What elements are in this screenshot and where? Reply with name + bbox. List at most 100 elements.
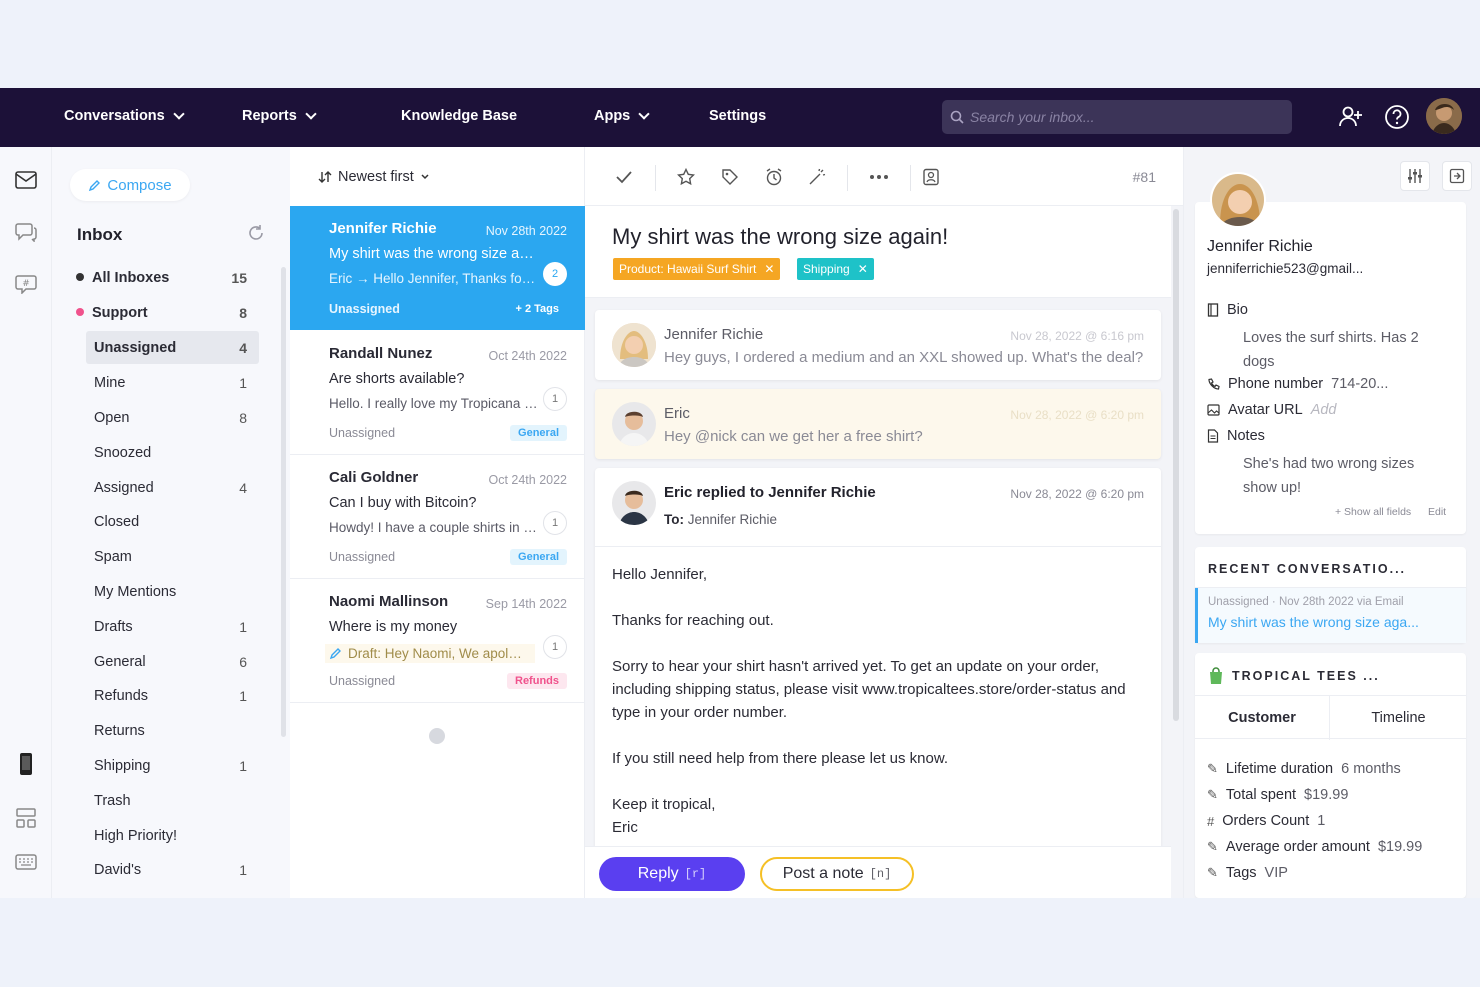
folder-label: High Priority!: [94, 827, 177, 844]
folder-support[interactable]: Support 8: [76, 296, 259, 329]
notes-label: Notes: [1227, 428, 1265, 444]
app-card: TROPICAL TEES ... Customer Timeline ✎ Li…: [1195, 653, 1466, 898]
folder-label: Shipping: [94, 757, 151, 774]
collapse-panel-icon[interactable]: [1442, 161, 1472, 191]
toolbar-divider: [847, 165, 848, 191]
icon-rail: #: [0, 147, 52, 898]
compose-label: Compose: [107, 176, 172, 194]
message-hash-icon[interactable]: #: [13, 271, 39, 297]
folder-shipping[interactable]: Shipping 1: [86, 749, 259, 782]
help-icon[interactable]: [1382, 102, 1412, 132]
close-icon[interactable]: ✕: [764, 262, 774, 276]
pencil-icon: ✎: [1207, 761, 1218, 776]
layout-icon[interactable]: [13, 805, 39, 831]
note-item[interactable]: Eric Nov 28, 2022 @ 6:20 pm Hey @nick ca…: [595, 389, 1161, 459]
folder-open[interactable]: Open 8: [86, 401, 259, 434]
folder-spam[interactable]: Spam: [86, 540, 259, 573]
folder-davids[interactable]: David's 1: [86, 853, 259, 886]
refresh-icon[interactable]: [247, 224, 265, 247]
folder-returns[interactable]: Returns: [86, 714, 259, 747]
check-icon[interactable]: [611, 164, 637, 190]
folder-my-mentions[interactable]: My Mentions: [86, 575, 259, 608]
mobile-icon[interactable]: [13, 751, 39, 777]
magic-wand-icon[interactable]: [804, 164, 830, 190]
folder-drafts[interactable]: Drafts 1: [86, 610, 259, 643]
conversation-draft-preview: Draft: Hey Naomi, We apologize: [325, 644, 535, 663]
sidebar-scrollbar[interactable]: [281, 267, 286, 737]
more-icon[interactable]: [866, 164, 892, 190]
stat-label: Lifetime duration: [1225, 761, 1334, 777]
folder-refunds[interactable]: Refunds 1: [86, 679, 259, 712]
folder-trash[interactable]: Trash: [86, 784, 259, 817]
keyboard-icon[interactable]: [13, 849, 39, 875]
conversation-scrollbar[interactable]: [1173, 209, 1179, 721]
conversation-item[interactable]: Cali Goldner Oct 24th 2022 Can I buy wit…: [290, 455, 585, 579]
folder-high-priority[interactable]: High Priority!: [86, 819, 259, 852]
reply-button[interactable]: Reply [r]: [599, 857, 745, 891]
bio-label: Bio: [1227, 302, 1248, 318]
folder-label: Trash: [94, 792, 131, 809]
folder-snoozed[interactable]: Snoozed: [86, 436, 259, 469]
stat-value: VIP: [1264, 865, 1288, 881]
conversation-tag: General: [510, 549, 567, 565]
alarm-clock-icon[interactable]: [761, 164, 787, 190]
stat-value: $19.99: [1304, 787, 1349, 803]
avatar-url-field: Avatar URL Add: [1207, 402, 1337, 418]
conversation-item[interactable]: Randall Nunez Oct 24th 2022 Are shorts a…: [290, 331, 585, 455]
tag-icon[interactable]: [717, 164, 743, 190]
sliders-icon[interactable]: [1400, 161, 1430, 191]
tab-customer[interactable]: Customer: [1195, 696, 1330, 740]
reply-paragraph: Thanks for reaching out.: [612, 612, 774, 629]
sort-dropdown[interactable]: Newest first: [318, 169, 430, 185]
nav-reports[interactable]: Reports: [242, 107, 317, 124]
notes-value: She's had two wrong sizes show up!: [1243, 456, 1415, 496]
mail-icon[interactable]: [13, 167, 39, 193]
reply-time: Nov 28, 2022 @ 6:20 pm: [1010, 487, 1144, 501]
search-input[interactable]: [970, 109, 1270, 125]
chat-icon[interactable]: [13, 219, 39, 245]
compose-button[interactable]: Compose: [70, 169, 190, 201]
show-all-fields-link[interactable]: + Show all fields: [1335, 506, 1411, 518]
app-title: TROPICAL TEES ...: [1232, 669, 1380, 683]
post-note-button[interactable]: Post a note [n]: [760, 857, 914, 891]
recent-conversation-item[interactable]: Unassigned · Nov 28th 2022 via Email My …: [1195, 588, 1466, 643]
message-item[interactable]: Jennifer Richie Nov 28, 2022 @ 6:16 pm H…: [595, 310, 1161, 380]
folder-general[interactable]: General 6: [86, 645, 259, 678]
folder-unassigned[interactable]: Unassigned 4: [86, 331, 259, 364]
nav-knowledge-base[interactable]: Knowledge Base: [401, 108, 517, 124]
folder-mine[interactable]: Mine 1: [86, 366, 259, 399]
folder-closed[interactable]: Closed: [86, 505, 259, 538]
star-icon[interactable]: [673, 164, 699, 190]
folder-label: Drafts: [94, 618, 133, 635]
support-dot: [76, 308, 84, 316]
close-icon[interactable]: ✕: [858, 262, 868, 276]
reply-body: Hello Jennifer, Thanks for reaching out.…: [612, 563, 1142, 862]
tag-shipping[interactable]: Shipping ✕: [797, 258, 874, 280]
tab-timeline[interactable]: Timeline: [1331, 696, 1466, 740]
user-avatar[interactable]: [1426, 98, 1462, 134]
reply-sender: Eric replied to Jennifer Richie: [664, 484, 876, 501]
edit-link[interactable]: Edit: [1428, 506, 1446, 518]
nav-settings[interactable]: Settings: [709, 108, 766, 124]
folder-count: 1: [239, 687, 247, 704]
tag-product[interactable]: Product: Hawaii Surf Shirt ✕: [613, 258, 781, 280]
conversation-preview: Hello. I really love my Tropicana shirt: [329, 396, 539, 411]
add-user-icon[interactable]: [1336, 102, 1366, 132]
nav-apps[interactable]: Apps: [594, 107, 650, 124]
phone-value: 714-20...: [1331, 376, 1389, 392]
search-box[interactable]: [942, 100, 1292, 134]
conversation-tag: General: [510, 425, 567, 441]
assign-user-icon[interactable]: [918, 164, 944, 190]
folder-all-inboxes[interactable]: All Inboxes 15: [76, 261, 259, 294]
conversation-item[interactable]: Naomi Mallinson Sep 14th 2022 Where is m…: [290, 579, 585, 703]
nav-conversations[interactable]: Conversations: [64, 107, 185, 124]
avatar-url-add[interactable]: Add: [1311, 402, 1337, 418]
conversation-item[interactable]: Jennifer Richie Nov 28th 2022 My shirt w…: [290, 206, 585, 330]
folder-assigned[interactable]: Assigned 4: [86, 471, 259, 504]
conversation-subject: Are shorts available?: [329, 371, 465, 387]
conversation-tag: + 2 Tags: [515, 303, 559, 315]
stat-row: ✎ Lifetime duration 6 months: [1207, 761, 1401, 777]
bio-value: Loves the surf shirts. Has 2 dogs: [1243, 330, 1419, 370]
sidebar: Compose Inbox All Inboxes 15 Support 8 U…: [52, 147, 290, 898]
chevron-down-icon: [421, 174, 429, 180]
